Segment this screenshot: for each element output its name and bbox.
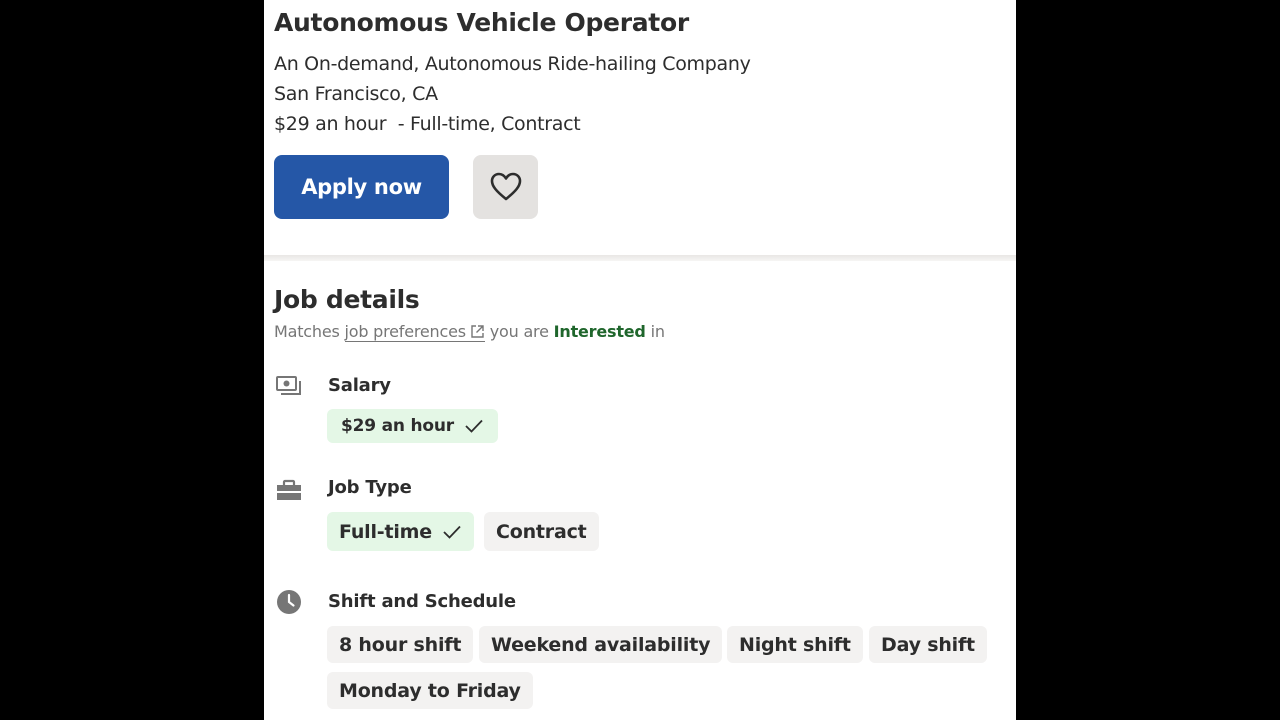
job-title: Autonomous Vehicle Operator — [274, 8, 689, 37]
salary-tag-label: $29 an hour — [341, 416, 454, 436]
clock-icon — [277, 590, 301, 614]
job-location: San Francisco, CA — [274, 83, 438, 105]
company-name[interactable]: An On-demand, Autonomous Ride-hailing Co… — [274, 53, 751, 75]
salary-tag[interactable]: $29 an hour — [327, 409, 498, 443]
schedule-tag[interactable]: Weekend availability — [479, 626, 723, 663]
money-icon — [276, 376, 301, 395]
schedule-tag[interactable]: Night shift — [727, 626, 863, 663]
job-type-tag-contract[interactable]: Contract — [484, 512, 599, 551]
pay-and-type: $29 an hour - Full-time, Contract — [274, 113, 581, 135]
schedule-label: Shift and Schedule — [328, 591, 516, 612]
schedule-tag-label: Monday to Friday — [339, 679, 521, 702]
external-link-icon — [471, 325, 484, 338]
schedule-tag[interactable]: 8 hour shift — [327, 626, 474, 663]
prefs-prefix: Matches — [274, 322, 340, 341]
job-preferences-link-label: job preferences — [344, 322, 467, 341]
section-divider — [264, 255, 1016, 261]
schedule-tag-label: Weekend availability — [491, 633, 711, 656]
schedule-tag[interactable]: Monday to Friday — [327, 672, 533, 709]
briefcase-icon — [277, 479, 301, 500]
job-type-tag-full-time[interactable]: Full-time — [327, 512, 474, 551]
schedule-tag-label: Night shift — [739, 633, 851, 656]
job-details-title: Job details — [274, 285, 420, 314]
interested-status: Interested — [553, 322, 646, 341]
job-view-page: Autonomous Vehicle Operator An On-demand… — [264, 0, 1016, 720]
prefs-suffix: in — [650, 322, 665, 341]
checkmark-icon — [443, 525, 461, 539]
save-job-button[interactable] — [473, 155, 538, 219]
preferences-match-line: Matches job preferences you are Interest… — [274, 322, 665, 342]
heart-icon — [490, 172, 521, 201]
schedule-tag-label: 8 hour shift — [339, 633, 462, 656]
job-preferences-link[interactable]: job preferences — [344, 322, 485, 342]
prefs-middle: you are — [489, 322, 549, 341]
schedule-tag-label: Day shift — [881, 633, 975, 656]
salary-label: Salary — [328, 375, 391, 396]
job-type-tag-label: Contract — [496, 520, 587, 543]
schedule-tag[interactable]: Day shift — [869, 626, 987, 663]
job-type-label: Job Type — [328, 477, 412, 498]
checkmark-icon — [465, 419, 483, 433]
job-type-tag-label: Full-time — [339, 520, 432, 543]
apply-now-button[interactable]: Apply now — [274, 155, 449, 219]
